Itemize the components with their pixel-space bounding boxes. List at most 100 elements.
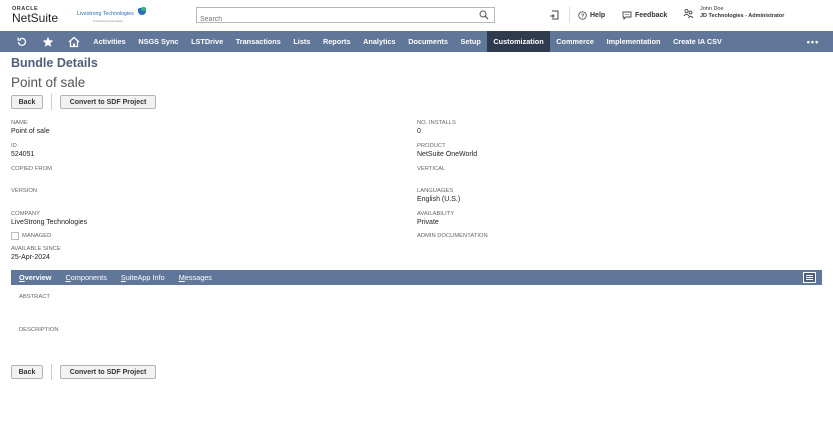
field-installs-value: 0 [417,128,421,135]
user-name: John Doe [700,6,724,12]
field-languages-value: English (U.S.) [417,196,461,203]
record-name: Point of sale [11,75,86,90]
svg-text:?: ? [581,13,584,19]
button-divider-bottom [51,364,52,380]
field-name-value: Point of sale [11,128,50,135]
tab-suiteapp-info[interactable]: SuiteApp Info [114,270,172,285]
field-available-since: AVAILABLE SINCE 25-Apr-2024 [11,246,61,262]
global-search[interactable] [196,7,495,27]
company-logo-mark-accent [141,7,146,11]
nav-home[interactable] [61,31,87,52]
field-vertical: VERTICAL [417,166,445,173]
netsuite-wordmark: NetSuite [12,11,59,25]
subtab-view-toggle-icon[interactable] [803,272,816,283]
home-icon [68,36,80,47]
button-divider [51,94,52,110]
field-languages: LANGUAGES English (U.S.) [417,188,460,204]
main-nav: Activities NSGS Sync LSTDrive Transactio… [0,31,833,52]
subtab-bar: Overview Components SuiteApp Info Messag… [11,270,822,285]
field-admin-documentation-label: ADMIN DOCUMENTATION [417,233,488,239]
tab-overview[interactable]: Overview [11,270,58,285]
tab-components-label: omponents [70,273,107,282]
field-availability-label: AVAILABILITY [417,211,455,217]
tab-components[interactable]: Components [58,270,113,285]
company-logo-subtext: Transforming Innovation [93,19,124,23]
nav-analytics[interactable]: Analytics [357,31,402,52]
nav-setup[interactable]: Setup [454,31,487,52]
top-header: ORACLE NetSuite Livestrong Technologies … [0,0,833,31]
nav-nsgs-sync[interactable]: NSGS Sync [132,31,185,52]
field-copied-from: COPIED FROM [11,166,52,173]
overview-abstract-label: ABSTRACT [19,294,50,300]
field-company: COMPANY LiveStrong Technologies [11,211,87,227]
convert-sdf-button-bottom[interactable]: Convert to SDF Project [60,365,156,379]
field-name: NAME Point of sale [11,120,50,136]
convert-sdf-button[interactable]: Convert to SDF Project [60,95,156,109]
nav-more-button[interactable]: ••• [793,31,833,52]
nav-lstdrive[interactable]: LSTDrive [185,31,230,52]
tab-messages-label: essages [184,273,212,282]
field-availability: AVAILABILITY Private [417,211,454,227]
field-vertical-label: VERTICAL [417,166,446,172]
overview-description-label: DESCRIPTION [19,327,59,333]
field-available-since-value: 25-Apr-2024 [11,254,50,261]
field-company-label: COMPANY [11,211,40,217]
user-info: John Doe JD Technologies - Administrator [700,6,784,20]
nav-lists[interactable]: Lists [287,31,317,52]
search-input[interactable] [197,12,467,27]
field-id: ID 524051 [11,143,34,159]
nav-reports[interactable]: Reports [317,31,357,52]
nav-transactions[interactable]: Transactions [229,31,287,52]
field-name-label: NAME [11,120,28,126]
recent-icon [17,36,27,46]
search-icon[interactable] [479,10,489,20]
tab-overview-label: verview [24,273,52,282]
managed-label: MANAGED [22,233,52,239]
company-logo: Livestrong Technologies Transforming Inn… [77,6,149,24]
field-available-since-label: AVAILABLE SINCE [11,246,61,252]
back-button-bottom[interactable]: Back [11,365,43,379]
header-divider [569,7,570,23]
feedback-button[interactable]: Feedback [622,9,667,21]
nav-commerce[interactable]: Commerce [550,31,600,52]
tab-suiteapp-label: uiteApp Info [125,273,165,282]
help-icon: ? [578,10,587,20]
managed-checkbox [11,232,19,240]
field-version-label: VERSION [11,188,38,194]
nav-shortcuts[interactable] [35,31,61,52]
help-button[interactable]: ? Help [578,9,605,21]
field-id-label: ID [11,143,17,149]
back-button[interactable]: Back [11,95,43,109]
user-menu[interactable]: John Doe JD Technologies - Administrator [683,6,784,20]
field-admin-documentation: ADMIN DOCUMENTATION [417,233,488,240]
role-switch-icon [683,8,694,18]
field-version: VERSION [11,188,37,195]
field-product-label: PRODUCT [417,143,446,149]
company-logo-text: Livestrong Technologies [77,11,134,17]
nav-implementation[interactable]: Implementation [600,31,667,52]
page-title: Bundle Details [11,56,98,70]
recent-records-icon[interactable] [549,9,561,21]
field-product: PRODUCT NetSuite OneWorld [417,143,477,159]
nav-customization[interactable]: Customization [487,31,550,52]
field-product-value: NetSuite OneWorld [417,151,478,158]
nav-activities[interactable]: Activities [87,31,132,52]
help-label: Help [590,11,606,19]
field-installs-label: NO. INSTALLS [417,120,456,126]
field-company-value: LiveStrong Technologies [11,219,88,226]
nav-create-ia-csv[interactable]: Create IA CSV [667,31,728,52]
nav-recent[interactable] [9,31,35,52]
netsuite-logo[interactable]: ORACLE NetSuite [12,6,64,25]
feedback-icon [622,11,632,20]
field-id-value: 524051 [11,151,35,158]
nav-documents[interactable]: Documents [402,31,454,52]
field-installs: NO. INSTALLS 0 [417,120,456,136]
field-managed: MANAGED [11,232,51,240]
feedback-label: Feedback [635,11,668,19]
user-role: JD Technologies - Administrator [700,13,785,19]
field-languages-label: LANGUAGES [417,188,454,194]
field-availability-value: Private [417,219,439,226]
tab-messages[interactable]: Messages [172,270,219,285]
field-copied-from-label: COPIED FROM [11,166,52,172]
star-icon [42,36,54,47]
